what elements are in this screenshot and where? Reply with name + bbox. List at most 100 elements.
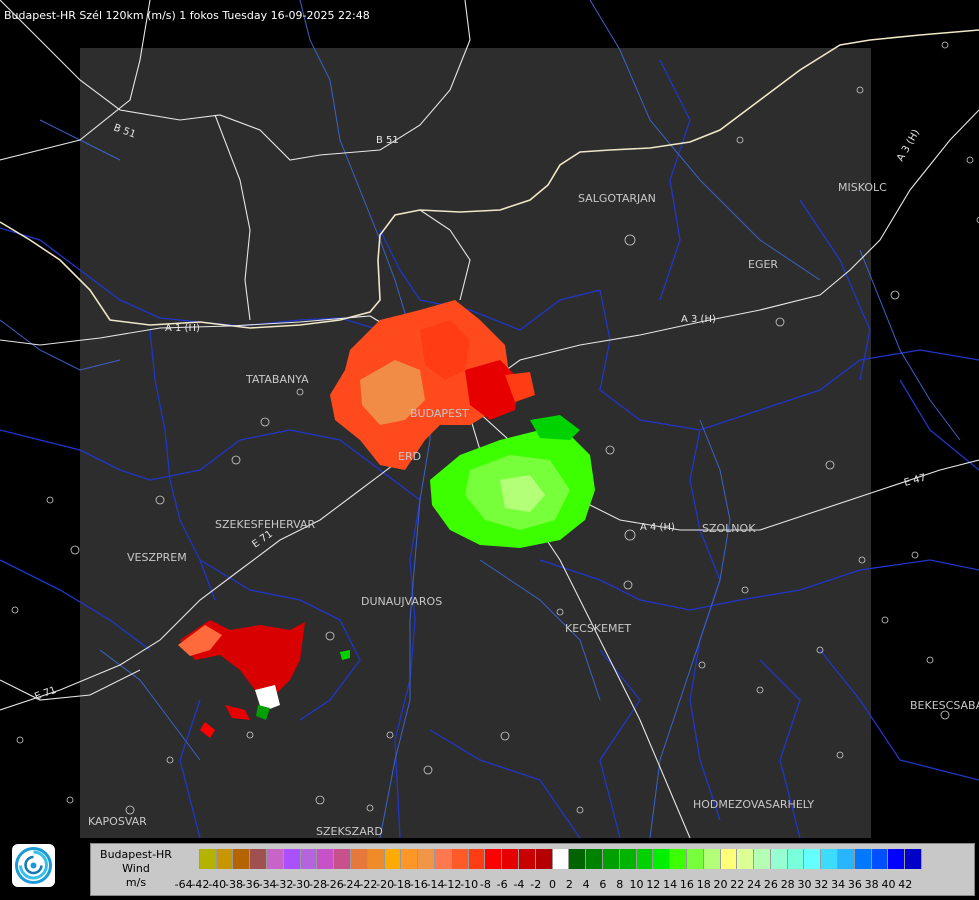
legend-swatch bbox=[552, 849, 570, 869]
legend-tick: 4 bbox=[582, 878, 590, 891]
legend-tick: 16 bbox=[679, 878, 694, 891]
legend-tick: 18 bbox=[696, 878, 711, 891]
legend-swatch bbox=[619, 849, 637, 869]
legend-tick: 40 bbox=[881, 878, 896, 891]
legend-ticks: -64 -42 -40 -38 -36 -34 -32 -30 -28 -26 -24 -22 -20-… bbox=[175, 878, 922, 891]
legend-swatch bbox=[703, 849, 721, 869]
legend-swatch bbox=[451, 849, 469, 869]
legend-swatch bbox=[653, 849, 671, 869]
legend-swatch bbox=[518, 849, 536, 869]
legend-swatch bbox=[334, 849, 351, 869]
legend-tick: 8 bbox=[616, 878, 624, 891]
legend-swatch bbox=[183, 849, 200, 869]
legend-swatch bbox=[434, 849, 452, 869]
legend-variable: Wind bbox=[122, 862, 150, 875]
city-label: BEKESCSABA bbox=[910, 699, 979, 712]
road-label: A 4 (H) bbox=[640, 522, 675, 533]
legend-swatch bbox=[384, 849, 402, 869]
legend-tick: 42 bbox=[898, 878, 913, 891]
legend-tick: -16 bbox=[409, 878, 428, 891]
legend-unit: m/s bbox=[125, 876, 147, 889]
city-label: SZOLNOK bbox=[702, 522, 756, 535]
legend-swatch bbox=[686, 849, 704, 869]
radar-map: SALGOTARJAN MISKOLC EGER TATABANYA BUDAP… bbox=[0, 0, 979, 900]
radar-logo bbox=[12, 844, 55, 887]
legend-tick: -18 bbox=[392, 878, 411, 891]
legend-swatch bbox=[300, 849, 318, 869]
legend-tick: 28 bbox=[780, 878, 795, 891]
legend-tick: 12 bbox=[646, 878, 661, 891]
legend-swatch bbox=[569, 849, 587, 869]
legend-tick: -40 bbox=[208, 878, 227, 891]
legend-swatch bbox=[821, 849, 839, 869]
legend-swatch bbox=[485, 849, 503, 869]
legend-swatch bbox=[199, 849, 217, 869]
legend-swatch bbox=[250, 849, 267, 869]
legend-tick: -32 bbox=[275, 878, 294, 891]
legend-swatch bbox=[871, 849, 889, 869]
legend-tick: 6 bbox=[599, 878, 607, 891]
legend-tick: -36 bbox=[241, 878, 260, 891]
legend-swatch bbox=[502, 849, 519, 869]
map-title: Budapest-HR Szél 120km (m/s) 1 fokos Tue… bbox=[4, 9, 370, 22]
legend-swatch bbox=[787, 849, 805, 869]
legend-swatches bbox=[183, 849, 923, 869]
city-label: KECSKEMET bbox=[565, 622, 631, 635]
legend-swatch bbox=[233, 849, 251, 869]
legend-swatch bbox=[670, 849, 687, 869]
legend-tick: -12 bbox=[443, 878, 462, 891]
legend-swatch bbox=[754, 849, 771, 869]
legend-swatch bbox=[350, 849, 368, 869]
road-label: A 1 (H) bbox=[165, 323, 200, 334]
legend-swatch bbox=[905, 849, 923, 869]
legend-swatch bbox=[283, 849, 301, 869]
legend-tick: -2 bbox=[530, 878, 542, 891]
legend-tick: 36 bbox=[847, 878, 862, 891]
legend-tick: -22 bbox=[359, 878, 378, 891]
city-label: KAPOSVAR bbox=[88, 815, 147, 828]
legend-tick: 38 bbox=[864, 878, 879, 891]
legend-swatch bbox=[838, 849, 855, 869]
city-label: ERD bbox=[398, 450, 421, 463]
legend-tick: 14 bbox=[663, 878, 678, 891]
city-label: SALGOTARJAN bbox=[578, 192, 656, 205]
legend-tick: 24 bbox=[747, 878, 762, 891]
legend-swatch bbox=[535, 849, 553, 869]
legend-swatch bbox=[418, 849, 435, 869]
legend-tick: -38 bbox=[225, 878, 243, 891]
legend-source: Budapest-HR bbox=[100, 848, 172, 861]
legend-tick: -6 bbox=[496, 878, 508, 891]
city-label: SZEKESFEHERVAR bbox=[215, 518, 316, 531]
legend-tick: 10 bbox=[629, 878, 644, 891]
legend-swatch bbox=[636, 849, 654, 869]
legend-tick: -4 bbox=[513, 878, 525, 891]
legend-swatch bbox=[586, 849, 603, 869]
legend-tick: -34 bbox=[258, 878, 277, 891]
city-label: MISKOLC bbox=[838, 181, 887, 194]
legend-tick: -26 bbox=[325, 878, 344, 891]
legend-swatch bbox=[468, 849, 486, 869]
city-label: VESZPREM bbox=[127, 551, 187, 564]
legend-tick: 20 bbox=[713, 878, 728, 891]
legend-tick: 30 bbox=[797, 878, 812, 891]
legend-swatch bbox=[888, 849, 906, 869]
legend-swatch bbox=[737, 849, 755, 869]
legend-tick: -28 bbox=[308, 878, 327, 891]
legend-swatch bbox=[216, 849, 234, 869]
legend-tick: 22 bbox=[730, 878, 745, 891]
legend-tick: -24 bbox=[342, 878, 361, 891]
legend-tick: 32 bbox=[814, 878, 829, 891]
legend-swatch bbox=[602, 849, 620, 869]
legend-tick: -20 bbox=[376, 878, 395, 891]
legend-tick: -14 bbox=[426, 878, 445, 891]
legend-tick: -10 bbox=[460, 878, 479, 891]
city-label: SZEKSZARD bbox=[316, 825, 383, 838]
wind-legend: Budapest-HR Wind m/s -64 -42 -40 -38 -36 -34-… bbox=[90, 843, 975, 896]
city-label: EGER bbox=[748, 258, 778, 271]
legend-swatch bbox=[854, 849, 872, 869]
legend-tick: 2 bbox=[565, 878, 573, 891]
city-label: BUDAPEST bbox=[410, 407, 469, 420]
legend-tick: 26 bbox=[763, 878, 778, 891]
swirl-logo-icon bbox=[15, 847, 52, 884]
legend-tick: -64 bbox=[174, 878, 193, 891]
